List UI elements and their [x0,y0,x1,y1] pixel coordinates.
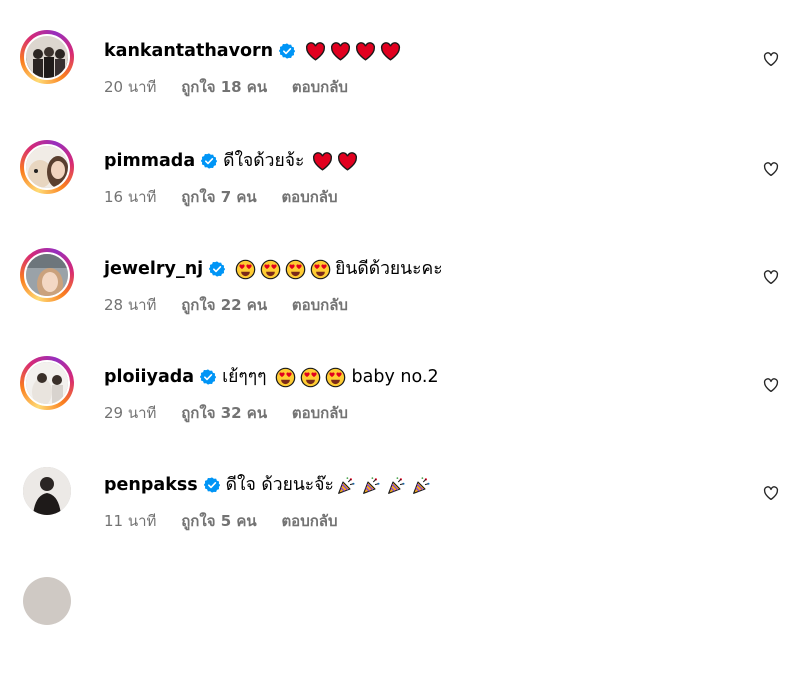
avatar-image [26,254,68,296]
avatar-image [26,146,68,188]
heart-eyes-icon [275,367,295,387]
comment-item: jewelry_nj ยินดีด้วยนะคะ 28 นาที ถูกใจ 2… [0,248,800,348]
party-popper-icon [337,476,355,494]
avatar-image [26,362,68,404]
red-heart-icon [306,41,326,61]
comment-time[interactable]: 20 นาที [104,78,156,96]
heart-eyes-icon [300,367,320,387]
verified-badge-icon [200,369,217,385]
comment-item: penpakss ดีใจ ด้วยนะจ๊ะ 11 นาที ถูกใจ 5 … [0,464,800,564]
story-ring[interactable] [20,140,74,194]
avatar-wrapper[interactable] [20,574,74,628]
username[interactable]: kankantathavorn [104,39,273,63]
red-heart-icon [331,41,351,61]
comment-text: ดีใจ ด้วยนะจ๊ะ [225,475,334,495]
heart-eyes-icon [235,259,256,279]
username[interactable]: pimmada [104,149,195,173]
comment-time[interactable]: 28 นาที [104,296,156,314]
like-count[interactable]: ถูกใจ 32 คน [181,404,267,422]
comment-item: pimmada ดีใจด้วยจ้ะ 16 นาที ถูกใจ 7 คน ต… [0,140,800,240]
heart-outline-icon[interactable] [762,50,780,68]
reply-button[interactable]: ตอบกลับ [281,188,337,206]
heart-outline-icon[interactable] [762,268,780,286]
avatar[interactable] [23,467,71,515]
like-count[interactable]: ถูกใจ 7 คน [181,188,256,206]
avatar-wrapper[interactable] [20,464,74,518]
heart-outline-icon[interactable] [762,376,780,394]
reply-button[interactable]: ตอบกลับ [292,296,348,314]
avatar[interactable] [23,577,71,625]
avatar-image [26,36,68,78]
emoji-group [275,367,350,388]
comment-time[interactable]: 11 นาที [104,512,156,530]
comment-text: ดีใจด้วยจ้ะ [223,151,305,171]
like-count[interactable]: ถูกใจ 5 คน [181,512,256,530]
like-count[interactable]: ถูกใจ 18 คน [181,78,267,96]
reply-button[interactable]: ตอบกลับ [292,404,348,422]
story-ring[interactable] [20,30,74,84]
verified-badge-icon [279,43,296,59]
party-popper-icon [412,476,430,494]
heart-eyes-icon [260,259,281,279]
heart-eyes-icon [310,259,331,279]
comment-text: เย้ๆๆๆ [222,367,267,387]
story-ring[interactable] [20,356,74,410]
comment-text-after: baby no.2 [351,367,439,387]
party-popper-icon [387,476,405,494]
comment-list: kankantathavorn 20 นาที ถูกใจ 18 คน ตอบก… [0,0,800,625]
emoji-group [305,41,405,62]
verified-badge-icon [203,477,220,493]
username[interactable]: penpakss [104,473,198,497]
heart-outline-icon[interactable] [762,160,780,178]
red-heart-icon [338,151,358,171]
comment-item-partial [0,574,800,674]
verified-badge-icon [209,261,226,277]
red-heart-icon [356,41,376,61]
comment-item: ploiiyada เย้ๆๆๆ baby no.2 29 นาที ถูกใจ… [0,356,800,456]
emoji-group [312,151,362,172]
emoji-group [235,259,335,280]
avatar-image [23,467,71,515]
heart-outline-icon[interactable] [762,484,780,502]
avatar[interactable] [24,34,70,80]
party-popper-icon [362,476,380,494]
username[interactable]: ploiiyada [104,365,194,389]
red-heart-icon [381,41,401,61]
comment-time[interactable]: 16 นาที [104,188,156,206]
avatar[interactable] [24,144,70,190]
username[interactable]: jewelry_nj [104,257,203,281]
comment-text: ยินดีด้วยนะคะ [335,259,443,279]
comment-item: kankantathavorn 20 นาที ถูกใจ 18 คน ตอบก… [0,30,800,130]
like-count[interactable]: ถูกใจ 22 คน [181,296,267,314]
reply-button[interactable]: ตอบกลับ [281,512,337,530]
story-ring[interactable] [20,248,74,302]
red-heart-icon [313,151,333,171]
reply-button[interactable]: ตอบกลับ [292,78,348,96]
emoji-group [336,475,436,496]
verified-badge-icon [201,153,218,169]
avatar[interactable] [24,360,70,406]
avatar[interactable] [24,252,70,298]
heart-eyes-icon [325,367,345,387]
comment-time[interactable]: 29 นาที [104,404,156,422]
heart-eyes-icon [285,259,306,279]
